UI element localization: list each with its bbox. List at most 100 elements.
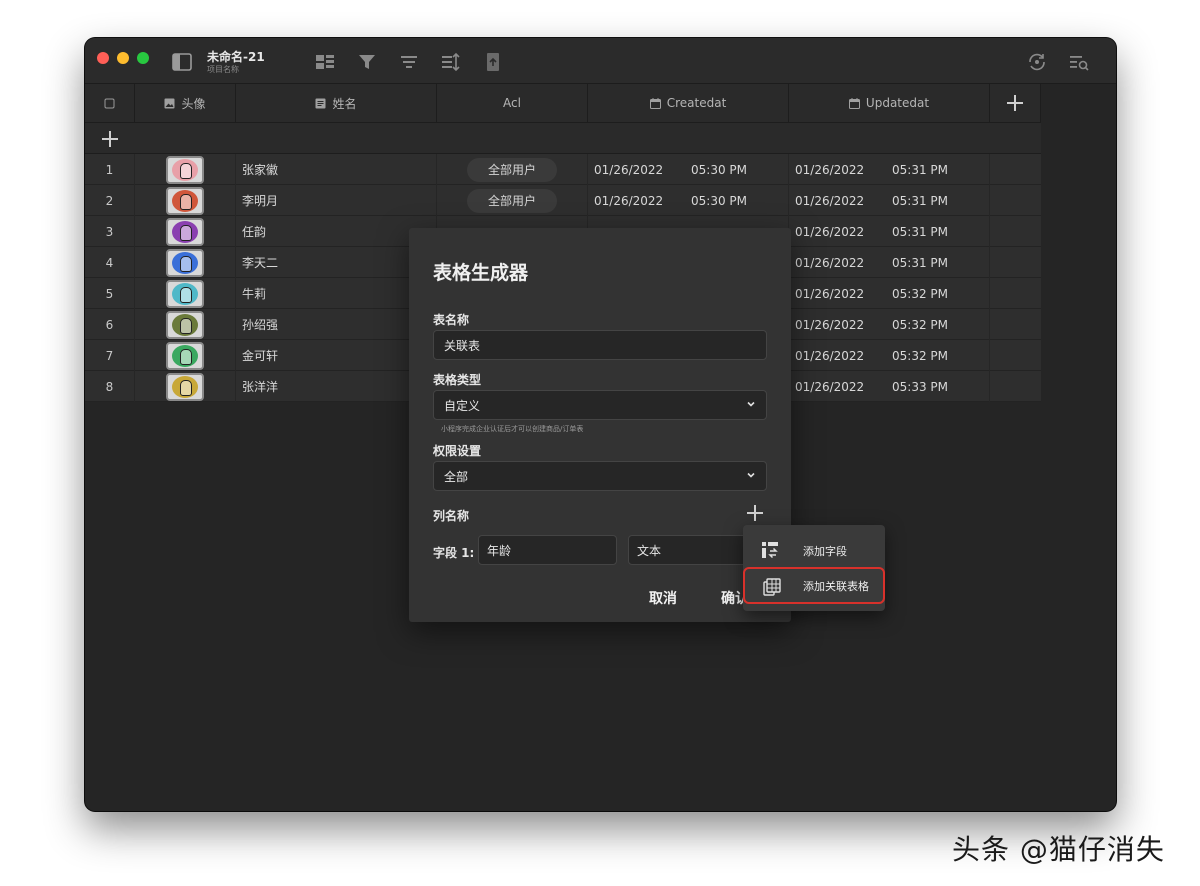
column-header-updatedat[interactable]: Updatedat [789,84,990,123]
field1-label: 字段 1: [433,546,475,560]
name-cell[interactable]: 张家徽 [236,154,437,185]
updated-time: 05:31 PM [892,224,948,239]
created-date: 01/26/2022 [594,193,664,208]
avatar-image [172,189,198,212]
table-type-value: 自定义 [444,398,481,413]
menu-item-label: 添加字段 [803,545,847,558]
column-header-acl[interactable]: Acl [437,84,588,123]
updatedat-cell[interactable]: 01/26/2022 05:31 PM [789,185,990,216]
column-header-avatar[interactable]: 头像 [135,84,236,123]
avatar-cell[interactable] [135,185,236,216]
table-type-select[interactable]: 自定义 [433,390,767,420]
menu-item-add-field[interactable]: 添加字段 [743,532,885,568]
table-row[interactable]: 1 张家徽 全部用户 01/26/2022 05:30 PM 01/26/2022 05:3… [85,154,1041,185]
column-header-label: Createdat [666,96,727,110]
updated-date: 01/26/2022 [795,379,865,394]
fields-icon[interactable] [314,51,336,73]
avatar-image [172,251,198,274]
avatar-cell[interactable] [135,154,236,185]
menu-item-add-relation-table[interactable]: 添加关联表格 [743,567,885,604]
table-name-input[interactable]: 关联表 [433,330,767,360]
name-cell[interactable]: 任韵 [236,216,437,247]
avatar [166,341,204,370]
avatar [166,248,204,277]
plus-icon [1007,95,1023,111]
calendar-icon [649,97,661,109]
created-date: 01/26/2022 [594,162,664,177]
search-list-icon[interactable] [1068,51,1090,73]
name-cell[interactable]: 金可轩 [236,340,437,371]
updated-date: 01/26/2022 [795,286,865,301]
updatedat-cell[interactable]: 01/26/2022 05:33 PM [789,371,990,402]
field1-name-input[interactable]: 年龄 [478,535,617,565]
name-cell[interactable]: 孙绍强 [236,309,437,340]
row-number: 4 [85,247,135,278]
avatar-cell[interactable] [135,340,236,371]
relation-table-icon [763,578,781,596]
updatedat-cell[interactable]: 01/26/2022 05:31 PM [789,216,990,247]
minimize-window-button[interactable] [117,52,129,64]
field1-type-select[interactable]: 文本 [628,535,758,565]
text-field-icon [315,98,326,108]
acl-cell[interactable]: 全部用户 [437,185,588,216]
name-cell[interactable]: 牛莉 [236,278,437,309]
avatar-cell[interactable] [135,216,236,247]
select-all-checkbox[interactable] [85,84,135,123]
acl-cell[interactable]: 全部用户 [437,154,588,185]
confirm-button[interactable]: 确认 [721,588,743,608]
avatar-cell[interactable] [135,247,236,278]
columns-label: 列名称 [433,509,470,523]
group-icon[interactable] [398,51,420,73]
sidebar-toggle-icon[interactable] [171,51,193,73]
avatar-image [172,344,198,367]
sort-icon[interactable] [440,51,462,73]
avatar-image [172,375,198,398]
table-generator-dialog: 表格生成器 表名称 关联表 表格类型 自定义 小程序完成企业认证后才可以创建商品… [409,228,791,622]
row-number: 3 [85,216,135,247]
row-number: 7 [85,340,135,371]
column-header-createdat[interactable]: Createdat [588,84,789,123]
window-title: 未命名-21 [207,50,265,64]
export-icon[interactable] [482,51,504,73]
add-row-plus-icon[interactable] [102,131,118,147]
name-cell[interactable]: 李天二 [236,247,437,278]
createdat-cell[interactable]: 01/26/2022 05:30 PM [588,185,789,216]
avatar-cell[interactable] [135,371,236,402]
updated-time: 05:33 PM [892,379,948,394]
updatedat-cell[interactable]: 01/26/2022 05:32 PM [789,278,990,309]
zoom-window-button[interactable] [137,52,149,64]
name-cell[interactable]: 李明月 [236,185,437,216]
name-cell[interactable]: 张洋洋 [236,371,437,402]
permission-select[interactable]: 全部 [433,461,767,491]
add-column-button[interactable] [990,84,1041,123]
filter-icon[interactable] [356,51,378,73]
createdat-cell[interactable]: 01/26/2022 05:30 PM [588,154,789,185]
add-field-menu: 添加字段 添加关联表格 [743,525,885,611]
column-header-name[interactable]: 姓名 [236,84,437,123]
checkbox-icon [104,98,115,108]
add-field-icon [762,542,778,559]
chevron-down-icon [747,472,755,478]
add-column-plus-icon[interactable] [747,505,763,521]
updated-date: 01/26/2022 [795,255,865,270]
field1-name-value: 年龄 [487,543,512,558]
row-number: 6 [85,309,135,340]
avatar-cell[interactable] [135,309,236,340]
watermark-text: 头条 @猫仔消失 [952,833,1165,866]
updatedat-cell[interactable]: 01/26/2022 05:31 PM [789,154,990,185]
cancel-button[interactable]: 取消 [649,588,677,608]
window-subtitle: 项目名称 [207,65,239,74]
avatar-cell[interactable] [135,278,236,309]
updatedat-cell[interactable]: 01/26/2022 05:32 PM [789,309,990,340]
sync-icon[interactable] [1026,51,1048,73]
column-header-label: 姓名 [332,96,357,111]
table-row[interactable]: 2 李明月 全部用户 01/26/2022 05:30 PM 01/26/2022 05:3… [85,185,1041,216]
updatedat-cell[interactable]: 01/26/2022 05:32 PM [789,340,990,371]
acl-badge: 全部用户 [467,188,557,213]
updatedat-cell[interactable]: 01/26/2022 05:31 PM [789,247,990,278]
created-time: 05:30 PM [691,193,747,208]
close-window-button[interactable] [97,52,109,64]
column-header-label: 头像 [181,96,206,111]
updated-time: 05:32 PM [892,286,948,301]
column-header-label: Updatedat [865,96,930,110]
